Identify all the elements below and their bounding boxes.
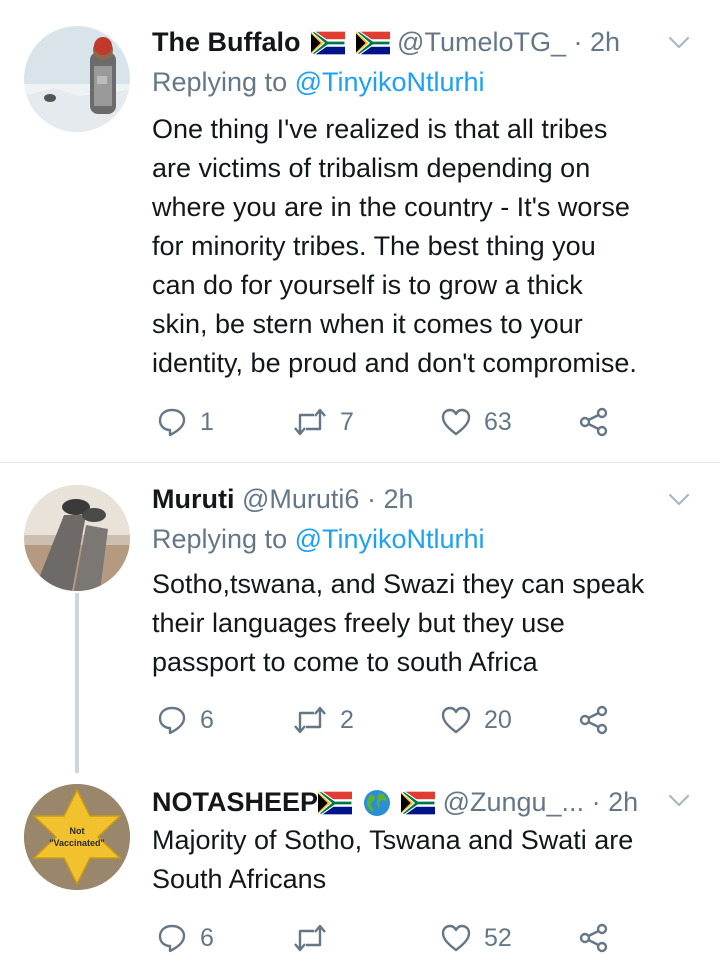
avatar-text: "Vaccinated" <box>49 838 105 848</box>
timestamp[interactable]: 2h <box>608 787 638 817</box>
avatar[interactable] <box>24 26 130 132</box>
share-button[interactable] <box>578 700 610 740</box>
reply-button[interactable]: 1 <box>156 402 214 442</box>
avatar[interactable] <box>24 485 130 591</box>
reply-icon <box>156 704 188 736</box>
timestamp[interactable]: 2h <box>383 484 413 514</box>
avatar[interactable]: Not "Vaccinated" <box>24 784 130 890</box>
separator: · <box>591 787 601 817</box>
mention-link[interactable]: @TinyikoNtlurhi <box>295 67 485 97</box>
text-line: identity, be proud and don't compromise. <box>152 348 637 378</box>
sa-flag-icon <box>356 31 390 55</box>
like-icon <box>440 922 472 954</box>
replying-to: Replying to @TinyikoNtlurhi <box>152 62 485 102</box>
tweet-2[interactable]: Muruti @Muruti6 · 2h Replying to @Tinyik… <box>0 463 720 773</box>
share-icon <box>578 922 610 954</box>
like-icon <box>440 406 472 438</box>
user-handle[interactable]: @Zungu_... <box>443 787 585 817</box>
retweet-button[interactable]: 7 <box>292 402 354 442</box>
retweet-icon <box>292 406 328 438</box>
tweet-header: The Buffalo @TumeloTG_ · 2h <box>152 22 680 62</box>
text-line: skin, be stern when it comes to your <box>152 309 583 339</box>
reply-icon <box>156 406 188 438</box>
globe-icon <box>363 790 390 816</box>
reply-count: 6 <box>200 923 214 952</box>
tweet-header: NOTASHEEP @Zungu_... · 2h <box>152 782 680 822</box>
chevron-down-icon[interactable] <box>668 794 690 808</box>
display-name[interactable]: The Buffalo <box>152 27 301 57</box>
reply-button[interactable]: 6 <box>156 700 214 740</box>
text-line: their languages freely but they use <box>152 608 565 638</box>
tweet-text: Sotho,tswana, and Swazi they can speak t… <box>152 565 697 682</box>
reply-icon <box>156 922 188 954</box>
like-button[interactable]: 63 <box>440 402 512 442</box>
share-icon <box>578 406 610 438</box>
text-line: Sotho,tswana, and Swazi they can speak <box>152 569 645 599</box>
retweet-count: 2 <box>340 705 354 734</box>
user-handle[interactable]: @Muruti6 <box>242 484 359 514</box>
text-line: for minority tribes. The best thing you <box>152 231 596 261</box>
text-line: One thing I've realized is that all trib… <box>152 114 608 144</box>
timestamp[interactable]: 2h <box>590 27 620 57</box>
retweet-button[interactable]: 2 <box>292 700 354 740</box>
like-count: 20 <box>484 705 512 734</box>
share-button[interactable] <box>578 402 610 442</box>
chevron-down-icon[interactable] <box>668 493 690 507</box>
sa-flag-icon <box>311 31 345 55</box>
display-name[interactable]: Muruti <box>152 484 234 514</box>
tweet-3[interactable]: Not "Vaccinated" NOTASHEEP @Zungu_... · … <box>0 768 720 967</box>
like-count: 52 <box>484 923 512 952</box>
replying-label: Replying to <box>152 67 288 97</box>
separator: · <box>573 27 583 57</box>
like-button[interactable]: 52 <box>440 918 512 958</box>
retweet-icon <box>292 704 328 736</box>
sa-flag-icon <box>401 791 435 815</box>
tweet-1[interactable]: The Buffalo @TumeloTG_ · 2h Replying to … <box>0 0 720 462</box>
action-bar: 1 7 63 <box>152 402 622 442</box>
thread-line <box>75 593 79 773</box>
action-bar: 6 2 20 <box>152 700 622 740</box>
display-name[interactable]: NOTASHEEP <box>152 787 318 817</box>
tweet-text: One thing I've realized is that all trib… <box>152 110 697 383</box>
retweet-icon <box>292 922 328 954</box>
text-line: Majority of Sotho, Tswana and Swati are <box>152 825 634 855</box>
share-icon <box>578 704 610 736</box>
chevron-down-icon[interactable] <box>668 36 690 50</box>
user-handle[interactable]: @TumeloTG_ <box>397 27 566 57</box>
text-line: can do for yourself is to grow a thick <box>152 270 583 300</box>
avatar-text: Not <box>70 826 85 836</box>
reply-count: 1 <box>200 407 214 436</box>
mention-link[interactable]: @TinyikoNtlurhi <box>295 524 485 554</box>
sa-flag-icon <box>318 791 352 815</box>
text-line: South Africans <box>152 864 327 894</box>
reply-count: 6 <box>200 705 214 734</box>
separator: · <box>366 484 376 514</box>
replying-to: Replying to @TinyikoNtlurhi <box>152 519 485 559</box>
reply-button[interactable]: 6 <box>156 918 214 958</box>
retweet-button[interactable] <box>292 918 340 958</box>
like-button[interactable]: 20 <box>440 700 512 740</box>
tweet-text: Majority of Sotho, Tswana and Swati are … <box>152 821 697 899</box>
text-line: where you are in the country - It's wors… <box>152 192 630 222</box>
text-line: are victims of tribalism depending on <box>152 153 591 183</box>
tweet-header: Muruti @Muruti6 · 2h <box>152 479 680 519</box>
text-line: passport to come to south Africa <box>152 647 538 677</box>
action-bar: 6 52 <box>152 918 622 958</box>
like-count: 63 <box>484 407 512 436</box>
like-icon <box>440 704 472 736</box>
share-button[interactable] <box>578 918 610 958</box>
retweet-count: 7 <box>340 407 354 436</box>
replying-label: Replying to <box>152 524 288 554</box>
